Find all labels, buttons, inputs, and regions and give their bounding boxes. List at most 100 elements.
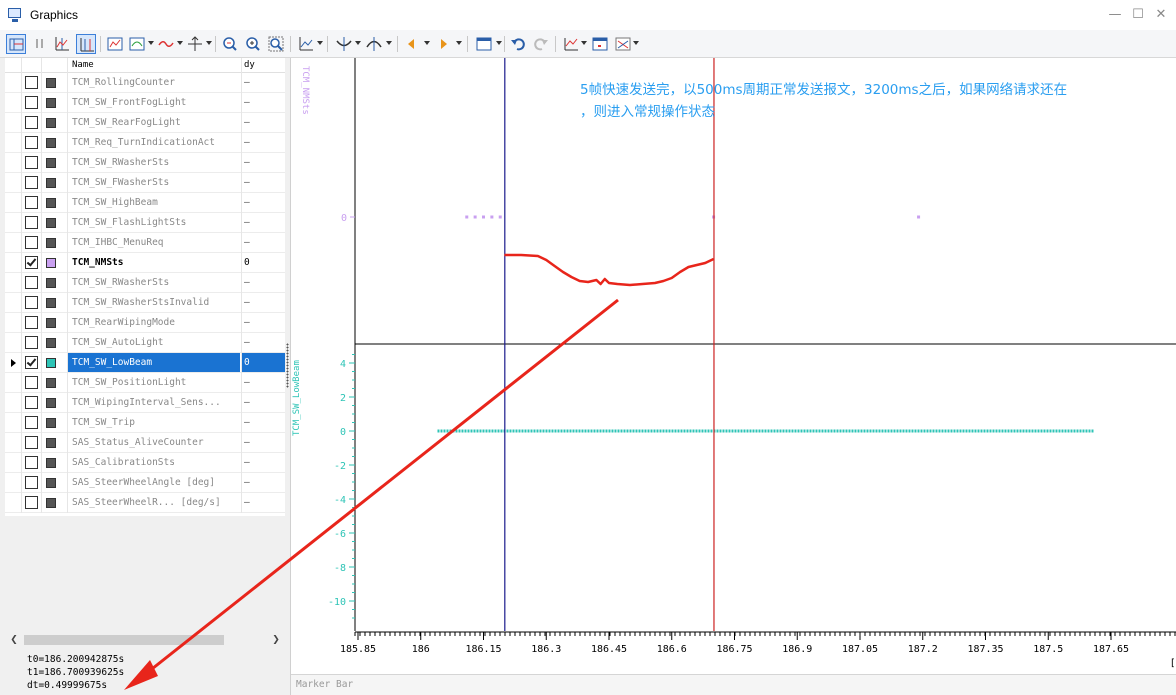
signal-grid-horizontal-scrollbar[interactable]: ❮ ❯ xyxy=(8,633,283,647)
signal-row[interactable]: TCM_WipingInterval_Sens... – xyxy=(5,393,285,413)
signal-visible-checkbox[interactable] xyxy=(25,136,38,149)
signal-row[interactable]: TCM_SW_Trip – xyxy=(5,413,285,433)
signal-color-swatch[interactable] xyxy=(46,138,56,148)
pause-button[interactable] xyxy=(30,34,50,54)
signal-row[interactable]: TCM_Req_TurnIndicationAct – xyxy=(5,133,285,153)
signal-row[interactable]: TCM_SW_RearFogLight – xyxy=(5,113,285,133)
signal-color-swatch[interactable] xyxy=(46,258,56,268)
signal-color-swatch[interactable] xyxy=(46,358,56,368)
layout-button[interactable] xyxy=(6,34,26,54)
signal-visible-checkbox[interactable] xyxy=(25,296,38,309)
signal-row[interactable]: TCM_SW_FlashLightSts – xyxy=(5,213,285,233)
zoom-in-button[interactable] xyxy=(220,34,240,54)
signal-color-swatch[interactable] xyxy=(46,418,56,428)
signal-row[interactable]: TCM_RollingCounter – xyxy=(5,73,285,93)
minimize-button[interactable]: — xyxy=(1105,6,1125,24)
signal-row[interactable]: TCM_SW_FWasherSts – xyxy=(5,173,285,193)
signal-color-swatch[interactable] xyxy=(46,218,56,228)
options-button[interactable] xyxy=(613,34,633,54)
signal-visible-checkbox[interactable] xyxy=(25,276,38,289)
signal-row[interactable]: TCM_SW_RWasherStsInvalid – xyxy=(5,293,285,313)
signal-visible-checkbox[interactable] xyxy=(25,436,38,449)
signal-color-swatch[interactable] xyxy=(46,318,56,328)
signal-visible-checkbox[interactable] xyxy=(25,456,38,469)
graph-settings-button[interactable] xyxy=(105,34,125,54)
scroll-right-icon[interactable]: ❯ xyxy=(270,633,282,647)
plot-area[interactable]: 185.85 186 186.15 186.3 186.45 186.6 186.75 186… xyxy=(291,58,1176,674)
signal-color-swatch[interactable] xyxy=(46,238,56,248)
zoom-out-button[interactable] xyxy=(243,34,263,54)
signal-visible-checkbox[interactable] xyxy=(25,316,38,329)
signal-color-swatch[interactable] xyxy=(46,118,56,128)
previous-button[interactable] xyxy=(402,34,422,54)
line-style-button[interactable] xyxy=(156,34,176,54)
signal-row[interactable]: TCM_RearWipingMode – xyxy=(5,313,285,333)
signal-visible-checkbox[interactable] xyxy=(25,216,38,229)
signal-visible-checkbox[interactable] xyxy=(25,116,38,129)
maximize-button[interactable]: ☐ xyxy=(1128,6,1148,24)
cursor-button[interactable] xyxy=(52,34,72,54)
signal-row[interactable]: TCM_IHBC_MenuReq – xyxy=(5,233,285,253)
signal-visible-checkbox[interactable] xyxy=(25,156,38,169)
chart-button[interactable] xyxy=(296,34,316,54)
marker-bar[interactable]: Marker Bar xyxy=(291,674,1176,695)
signal-row[interactable]: TCM_NMSts 0 xyxy=(5,253,285,273)
signal-color-swatch[interactable] xyxy=(46,98,56,108)
redo-button[interactable] xyxy=(531,34,551,54)
zoom-fit-button[interactable] xyxy=(266,34,286,54)
signal-visible-checkbox[interactable] xyxy=(25,76,38,89)
signal-visible-checkbox[interactable] xyxy=(25,376,38,389)
signal-visible-checkbox[interactable] xyxy=(25,176,38,189)
signal-row[interactable]: SAS_SteerWheelR... [deg/s] – xyxy=(5,493,285,513)
signal-visible-checkbox[interactable] xyxy=(25,336,38,349)
export-button[interactable] xyxy=(561,34,581,54)
signal-row[interactable]: SAS_Status_AliveCounter – xyxy=(5,433,285,453)
signal-visible-checkbox[interactable] xyxy=(25,196,38,209)
signal-row[interactable]: SAS_CalibrationSts – xyxy=(5,453,285,473)
signal-visible-checkbox[interactable] xyxy=(25,236,38,249)
signal-row[interactable]: TCM_SW_PositionLight – xyxy=(5,373,285,393)
signal-color-swatch[interactable] xyxy=(46,78,56,88)
signal-color-swatch[interactable] xyxy=(46,338,56,348)
signal-visible-checkbox[interactable] xyxy=(25,396,38,409)
cursor-mode-button[interactable] xyxy=(334,34,354,54)
signal-row[interactable]: TCM_SW_RWasherSts – xyxy=(5,153,285,173)
signal-color-swatch[interactable] xyxy=(46,458,56,468)
measure-button[interactable] xyxy=(76,34,96,54)
signal-row[interactable]: TCM_SW_AutoLight – xyxy=(5,333,285,353)
signal-visible-checkbox[interactable] xyxy=(25,96,38,109)
signal-color-swatch[interactable] xyxy=(46,438,56,448)
signal-color-swatch[interactable] xyxy=(46,158,56,168)
signal-visible-checkbox[interactable] xyxy=(25,496,38,509)
signal-chart[interactable]: 185.85 186 186.15 186.3 186.45 186.6 186.75 186… xyxy=(291,58,1176,674)
signal-visible-checkbox[interactable] xyxy=(25,356,38,369)
signal-color-swatch[interactable] xyxy=(46,478,56,488)
undo-button[interactable] xyxy=(508,34,528,54)
fit-mode-button[interactable] xyxy=(364,34,384,54)
signal-row[interactable]: TCM_SW_HighBeam – xyxy=(5,193,285,213)
name-column-header[interactable]: Name xyxy=(72,60,94,70)
axis-button[interactable] xyxy=(185,34,205,54)
signal-color-swatch[interactable] xyxy=(46,398,56,408)
graph-type-button[interactable] xyxy=(127,34,147,54)
signal-color-swatch[interactable] xyxy=(46,378,56,388)
signal-color-swatch[interactable] xyxy=(46,298,56,308)
next-button[interactable] xyxy=(434,34,454,54)
signal-color-swatch[interactable] xyxy=(46,498,56,508)
scroll-left-icon[interactable]: ❮ xyxy=(8,633,20,647)
signal-color-swatch[interactable] xyxy=(46,198,56,208)
signal-row[interactable]: TCM_SW_FrontFogLight – xyxy=(5,93,285,113)
signal-visible-checkbox[interactable] xyxy=(25,476,38,489)
view-button[interactable] xyxy=(474,34,494,54)
signal-visible-checkbox[interactable] xyxy=(25,256,38,269)
splitter-grip-icon[interactable] xyxy=(286,343,289,388)
dy-column-header[interactable]: dy xyxy=(244,60,255,70)
save-button[interactable] xyxy=(590,34,610,54)
signal-row[interactable]: TCM_SW_LowBeam 0 xyxy=(5,353,285,373)
scrollbar-thumb[interactable] xyxy=(24,635,224,645)
signal-color-swatch[interactable] xyxy=(46,278,56,288)
signal-color-swatch[interactable] xyxy=(46,178,56,188)
close-button[interactable]: ✕ xyxy=(1151,6,1171,24)
signal-visible-checkbox[interactable] xyxy=(25,416,38,429)
signal-row[interactable]: SAS_SteerWheelAngle [deg] – xyxy=(5,473,285,493)
